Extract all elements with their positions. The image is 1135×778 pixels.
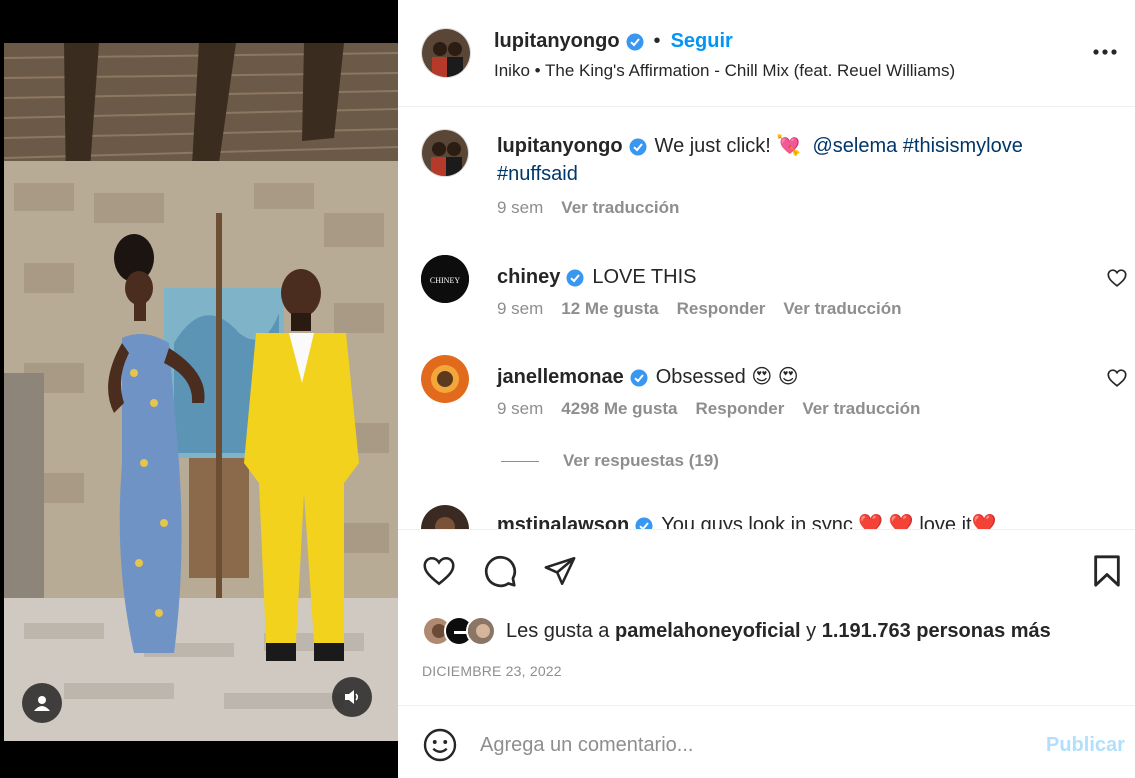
user-tag-icon [34,696,50,711]
caption-username[interactable]: lupitanyongo [497,135,623,157]
comment-text: mstinalawson You guys look in sync ❤️ ❤️ … [497,511,1057,529]
audio-track-link[interactable]: Iniko • The King's Affirmation - Chill M… [494,61,955,81]
comment-text: janellemonae Obsessed 😍 😍 [497,363,1057,391]
see-translation-button[interactable]: Ver traducción [802,399,920,419]
comment-body: You guys look in sync ❤️ ❤️ love it❤️ [661,514,997,529]
post-media-panel [0,0,398,778]
verified-icon [626,33,644,50]
view-replies-label: Ver respuestas (19) [563,451,719,470]
likes-summary: Les gusta a pamelahoneyoficial y 1.191.7… [422,616,1051,646]
audio-icon [345,690,359,704]
header-user-line: lupitanyongo • Seguir [494,30,733,53]
comment-body: LOVE THIS [592,266,697,288]
commenter-avatar-image: CHINEY [421,255,469,303]
author-username[interactable]: lupitanyongo [494,30,620,53]
instagram-post-modal: lupitanyongo • Seguir Iniko • The King's… [0,0,1135,778]
user-tag-button[interactable] [22,683,62,723]
share-icon [544,556,576,586]
commenter-avatar-image [421,505,469,529]
likes-prefix: Les gusta a [506,619,610,642]
share-button[interactable] [541,552,579,590]
commenter-username[interactable]: mstinalawson [497,514,629,529]
like-button[interactable] [420,552,458,590]
verified-icon [566,269,584,287]
separator-dot: • [653,30,661,52]
author-avatar-image [422,29,470,77]
reply-button[interactable]: Responder [677,299,766,319]
commenter-avatar-image [421,355,469,403]
follow-button[interactable]: Seguir [671,30,733,53]
comments-list[interactable]: lupitanyongo We just click! 💘 @selema #th… [398,107,1135,529]
comment-icon [484,555,517,588]
author-avatar[interactable] [421,28,471,78]
commenter-username[interactable]: chiney [497,266,560,288]
likes-conjunction: y [806,619,817,642]
liker-avatar[interactable] [466,616,496,646]
more-options-button[interactable] [1088,40,1122,64]
comment-time[interactable]: 9 sem [497,299,543,319]
hashtag-link[interactable]: #nuffsaid [497,163,578,185]
comment-likes[interactable]: 12 Me gusta [561,299,658,319]
comment-meta: 9 sem 4298 Me gusta Responder Ver traduc… [497,399,920,419]
commenter-username[interactable]: janellemonae [497,366,624,388]
save-button[interactable] [1088,552,1126,590]
liker-avatar-image [468,618,494,644]
likes-count[interactable]: 1.191.763 personas más [822,620,1051,642]
comment-text: chiney LOVE THIS [497,263,1057,291]
audio-toggle-button[interactable] [332,677,372,717]
post-header: lupitanyongo • Seguir Iniko • The King's… [398,0,1135,107]
caption-body: We just click! 💘 [654,135,802,157]
heart-icon [423,556,455,586]
verified-icon [630,369,648,387]
verified-icon [629,138,647,156]
post-photo[interactable] [4,43,398,741]
likes-text: Les gusta a pamelahoneyoficial y 1.191.7… [506,620,1051,643]
caption-avatar[interactable] [421,129,469,177]
reply-button[interactable]: Responder [696,399,785,419]
post-date[interactable]: DICIEMBRE 23, 2022 [422,663,562,679]
comment-likes[interactable]: 4298 Me gusta [561,399,677,419]
commenter-avatar[interactable] [421,505,469,529]
comment-input[interactable] [480,728,1020,762]
mention-link[interactable]: @selema [812,135,897,157]
comment-body: Obsessed 😍 😍 [655,366,799,388]
heart-icon[interactable] [1106,267,1128,289]
verified-icon [635,517,653,529]
photo-illustration [4,43,398,741]
commenter-avatar[interactable] [421,355,469,403]
comment-meta: 9 sem 12 Me gusta Responder Ver traducci… [497,299,902,319]
replies-divider-line [501,460,539,462]
more-icon [1093,49,1117,55]
commenter-avatar[interactable]: CHINEY [421,255,469,303]
hashtag-link[interactable]: #thisismylove [903,135,1023,157]
caption-avatar-image [422,130,468,176]
post-details-panel: lupitanyongo • Seguir Iniko • The King's… [398,0,1135,778]
publish-button[interactable]: Publicar [1046,734,1125,757]
caption-time[interactable]: 9 sem [497,198,543,218]
emoji-icon[interactable] [422,727,458,763]
bookmark-icon [1094,555,1120,587]
comment-time[interactable]: 9 sem [497,399,543,419]
caption-text: lupitanyongo We just click! 💘 @selema #th… [497,132,1057,188]
view-replies-button[interactable]: Ver respuestas (19) [501,451,719,471]
see-translation-button[interactable]: Ver traducción [561,198,679,218]
comment-button[interactable] [481,552,519,590]
caption-meta: 9 sem Ver traducción [497,198,679,218]
see-translation-button[interactable]: Ver traducción [783,299,901,319]
comment-composer: Publicar [398,705,1135,778]
avatar-logo-text: CHINEY [430,276,460,285]
liker-username[interactable]: pamelahoneyoficial [615,620,801,642]
heart-icon[interactable] [1106,367,1128,389]
post-actions: Les gusta a pamelahoneyoficial y 1.191.7… [398,529,1135,705]
